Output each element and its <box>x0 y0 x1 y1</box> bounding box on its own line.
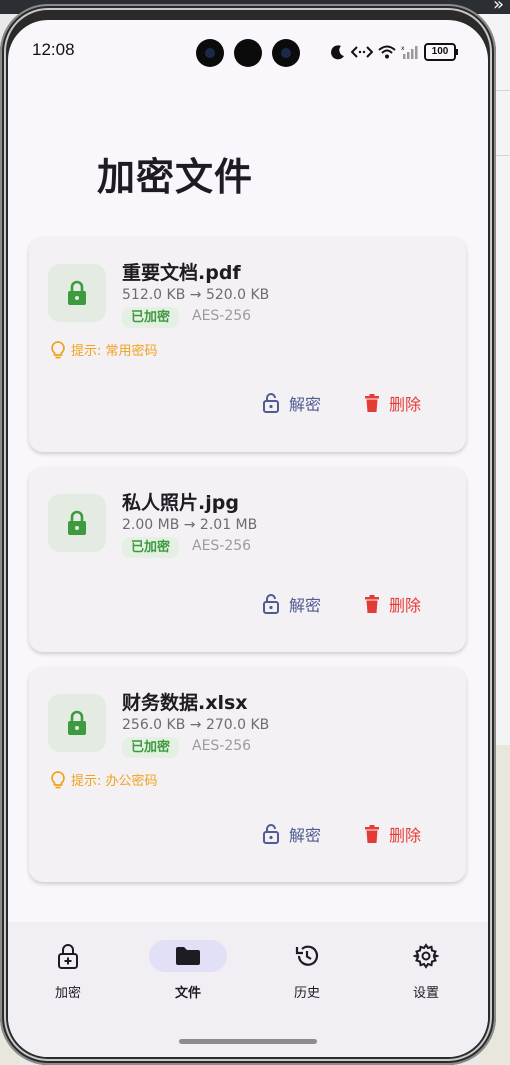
unlock-icon <box>263 393 279 413</box>
status-time: 12:08 <box>32 40 75 59</box>
moon-icon <box>331 45 344 60</box>
decrypt-button[interactable]: 解密 <box>263 592 321 616</box>
lightbulb-icon <box>51 340 65 358</box>
delete-button[interactable]: 删除 <box>365 391 421 415</box>
delete-label: 删除 <box>389 596 422 615</box>
screen: 12:08 x 100 加密文件 重要文档.pdf 512.0 KB → 520… <box>8 20 488 1057</box>
svg-text:x: x <box>401 45 405 52</box>
hint-text: 提示: 常用密码 <box>71 344 158 359</box>
delete-label: 删除 <box>389 826 422 845</box>
bottom-navigation: 加密 文件 历史 设置 <box>8 922 488 1057</box>
data-transfer-icon <box>351 46 373 58</box>
decrypt-label: 解密 <box>289 826 322 845</box>
delete-button[interactable]: 删除 <box>365 822 421 846</box>
file-name: 重要文档.pdf <box>122 262 241 284</box>
nav-label: 加密 <box>54 986 81 1001</box>
hint-text: 提示: 办公密码 <box>71 774 158 789</box>
file-size: 512.0 KB → 520.0 KB <box>122 287 270 303</box>
trash-icon <box>365 394 379 412</box>
wifi-icon <box>378 45 396 59</box>
lock-icon <box>68 510 86 535</box>
decrypt-label: 解密 <box>289 395 322 414</box>
nav-label: 设置 <box>412 986 439 1001</box>
file-card[interactable]: 重要文档.pdf 512.0 KB → 520.0 KB 已加密 AES-256… <box>29 237 466 452</box>
nav-item-history[interactable]: 历史 <box>267 940 347 1001</box>
algorithm-label: AES-256 <box>192 538 252 554</box>
gear-icon <box>387 940 465 972</box>
file-name: 财务数据.xlsx <box>122 692 248 714</box>
file-icon-box <box>48 694 106 752</box>
algorithm-label: AES-256 <box>192 738 252 754</box>
camera-icon <box>196 39 224 67</box>
algorithm-label: AES-256 <box>192 308 252 324</box>
file-icon-box <box>48 264 106 322</box>
battery-icon: 100 <box>424 43 458 61</box>
home-indicator[interactable] <box>179 1039 317 1044</box>
unlock-icon <box>263 594 279 614</box>
status-bar: 12:08 x 100 <box>8 20 488 80</box>
file-size: 2.00 MB → 2.01 MB <box>122 517 258 533</box>
lock-icon <box>68 710 86 735</box>
file-size: 256.0 KB → 270.0 KB <box>122 717 270 733</box>
delete-button[interactable]: 删除 <box>365 592 421 616</box>
decrypt-button[interactable]: 解密 <box>263 822 321 846</box>
camera-icon <box>272 39 300 67</box>
file-card[interactable]: 私人照片.jpg 2.00 MB → 2.01 MB 已加密 AES-256 解… <box>29 467 466 652</box>
nav-label: 历史 <box>293 986 320 1001</box>
history-icon <box>268 940 346 972</box>
camera-icon <box>234 39 262 67</box>
page-title: 加密文件 <box>97 155 254 199</box>
status-icons: x 100 <box>330 42 458 62</box>
folder-icon <box>149 940 227 972</box>
status-badge: 已加密 <box>122 537 180 558</box>
lock-icon <box>68 280 86 305</box>
nav-item-settings[interactable]: 设置 <box>386 940 466 1001</box>
delete-label: 删除 <box>389 395 422 414</box>
status-badge: 已加密 <box>122 737 180 758</box>
lock-plus-icon <box>29 940 107 972</box>
signal-icon: x <box>401 45 418 59</box>
file-name: 私人照片.jpg <box>122 492 239 514</box>
trash-icon <box>365 595 379 613</box>
decrypt-button[interactable]: 解密 <box>263 391 321 415</box>
trash-icon <box>365 825 379 843</box>
file-card[interactable]: 财务数据.xlsx 256.0 KB → 270.0 KB 已加密 AES-25… <box>29 667 466 882</box>
phone-frame: 12:08 x 100 加密文件 重要文档.pdf 512.0 KB → 520… <box>0 4 496 1065</box>
nav-item-files[interactable]: 文件 <box>148 940 228 1001</box>
password-hint: 提示: 办公密码 <box>51 770 158 789</box>
nav-label: 文件 <box>174 986 201 1001</box>
decrypt-label: 解密 <box>289 596 322 615</box>
status-badge: 已加密 <box>122 307 180 328</box>
unlock-icon <box>263 824 279 844</box>
lightbulb-icon <box>51 770 65 788</box>
nav-item-encrypt[interactable]: 加密 <box>28 940 108 1001</box>
double-chevron-icon: » <box>492 0 504 15</box>
file-icon-box <box>48 494 106 552</box>
password-hint: 提示: 常用密码 <box>51 340 158 359</box>
